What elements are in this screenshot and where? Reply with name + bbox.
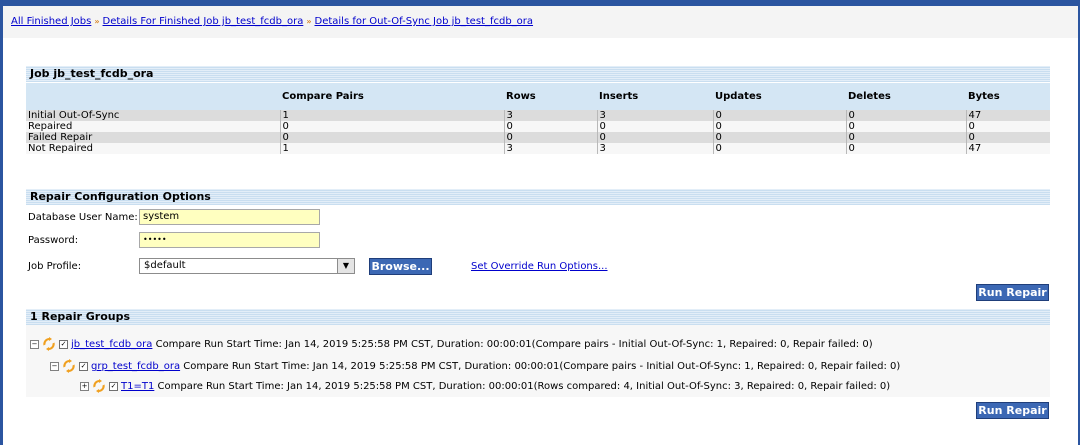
table-cell: Failed Repair bbox=[26, 132, 280, 143]
column-header-bytes: Bytes bbox=[966, 83, 1050, 110]
column-header-updates: Updates bbox=[713, 83, 846, 110]
tree-link-table[interactable]: T1=T1 bbox=[121, 381, 154, 392]
table-cell: 0 bbox=[596, 121, 713, 132]
db-user-input[interactable]: system bbox=[139, 209, 320, 225]
table-cell: 0 bbox=[712, 132, 846, 143]
tree-item-details: Compare Run Start Time: Jan 14, 2019 5:2… bbox=[152, 339, 873, 350]
checkbox-icon[interactable]: ✓ bbox=[109, 381, 118, 391]
column-header-inserts: Inserts bbox=[597, 83, 713, 110]
sync-icon bbox=[93, 379, 105, 393]
column-header-compare-pairs: Compare Pairs bbox=[280, 83, 504, 110]
tree-expander-icon[interactable]: − bbox=[30, 339, 39, 349]
password-label: Password: bbox=[28, 235, 79, 246]
job-profile-label: Job Profile: bbox=[28, 261, 82, 272]
table-row: Initial Out-Of-Sync 1 3 3 0 0 47 bbox=[26, 110, 1050, 121]
table-cell: 3 bbox=[503, 110, 597, 121]
table-cell: 0 bbox=[965, 121, 1050, 132]
table-cell: 0 bbox=[279, 121, 504, 132]
table-cell: 0 bbox=[712, 121, 846, 132]
breadcrumb-out-of-sync-job-details[interactable]: Details for Out-Of-Sync Job jb_test_fcdb… bbox=[315, 16, 534, 27]
job-profile-value: $default bbox=[144, 260, 186, 271]
table-cell: Not Repaired bbox=[26, 143, 280, 154]
breadcrumb-separator-icon: » bbox=[306, 17, 312, 26]
checkbox-icon[interactable]: ✓ bbox=[59, 339, 68, 349]
repair-config-section-header: Repair Configuration Options bbox=[26, 189, 1050, 205]
table-cell: Repaired bbox=[26, 121, 280, 132]
column-header-rows: Rows bbox=[504, 83, 597, 110]
tree-item-job: − ✓ jb_test_fcdb_ora Compare Run Start Tim… bbox=[30, 337, 873, 351]
table-cell: 0 bbox=[712, 110, 846, 121]
tree-link-group[interactable]: grp_test_fcdb_ora bbox=[91, 361, 180, 372]
breadcrumb-finished-job-details[interactable]: Details For Finished Job jb_test_fcdb_or… bbox=[103, 16, 304, 27]
table-cell: 0 bbox=[965, 132, 1050, 143]
tree-item-group: − ✓ grp_test_fcdb_ora Compare Run Start Ti… bbox=[50, 359, 900, 373]
checkbox-icon[interactable]: ✓ bbox=[79, 361, 88, 371]
run-repair-button-top[interactable]: Run Repair bbox=[976, 284, 1049, 301]
breadcrumb-all-finished-jobs[interactable]: All Finished Jobs bbox=[11, 16, 91, 27]
table-cell: Initial Out-Of-Sync bbox=[26, 110, 280, 121]
db-user-label: Database User Name: bbox=[28, 212, 138, 223]
table-cell: 1 bbox=[279, 110, 504, 121]
table-cell: 0 bbox=[845, 143, 966, 154]
table-cell: 3 bbox=[503, 143, 597, 154]
table-cell: 0 bbox=[712, 143, 846, 154]
table-cell: 0 bbox=[279, 132, 504, 143]
chevron-down-icon[interactable]: ▼ bbox=[337, 259, 354, 273]
window-left-border bbox=[0, 0, 3, 445]
job-section-title: Job jb_test_fcdb_ora bbox=[30, 67, 154, 80]
column-header-deletes: Deletes bbox=[846, 83, 966, 110]
repair-groups-section-header: 1 Repair Groups bbox=[26, 309, 1050, 325]
repair-config-title: Repair Configuration Options bbox=[30, 190, 211, 203]
tree-expander-icon[interactable]: − bbox=[50, 361, 59, 371]
tree-item-table: + ✓ T1=T1 Compare Run Start Time: Jan 14, … bbox=[80, 379, 890, 393]
column-header-label bbox=[26, 83, 280, 110]
table-cell: 0 bbox=[596, 132, 713, 143]
table-cell: 47 bbox=[965, 110, 1050, 121]
table-cell: 0 bbox=[845, 132, 966, 143]
sync-icon bbox=[63, 359, 75, 373]
table-cell: 3 bbox=[596, 143, 713, 154]
set-override-run-options-link[interactable]: Set Override Run Options... bbox=[471, 261, 608, 272]
password-input[interactable]: ••••• bbox=[139, 232, 320, 248]
run-repair-button-bottom[interactable]: Run Repair bbox=[976, 402, 1049, 419]
table-row: Failed Repair 0 0 0 0 0 0 bbox=[26, 132, 1050, 143]
browse-button[interactable]: Browse... bbox=[369, 258, 432, 275]
breadcrumb-separator-icon: » bbox=[94, 17, 100, 26]
tree-expander-icon[interactable]: + bbox=[80, 381, 89, 391]
repair-groups-title: 1 Repair Groups bbox=[30, 310, 130, 323]
tree-item-details: Compare Run Start Time: Jan 14, 2019 5:2… bbox=[154, 381, 891, 392]
sync-icon bbox=[43, 337, 55, 351]
tree-item-details: Compare Run Start Time: Jan 14, 2019 5:2… bbox=[180, 361, 901, 372]
table-cell: 47 bbox=[965, 143, 1050, 154]
tree-link-job[interactable]: jb_test_fcdb_ora bbox=[71, 339, 152, 350]
table-cell: 0 bbox=[845, 121, 966, 132]
table-cell: 0 bbox=[503, 132, 597, 143]
table-header-row: Compare Pairs Rows Inserts Updates Delet… bbox=[26, 83, 1050, 110]
job-profile-select[interactable]: $default ▼ bbox=[139, 258, 355, 274]
job-section-header: Job jb_test_fcdb_ora bbox=[26, 66, 1050, 82]
table-row: Repaired 0 0 0 0 0 0 bbox=[26, 121, 1050, 132]
table-cell: 0 bbox=[845, 110, 966, 121]
table-cell: 1 bbox=[279, 143, 504, 154]
table-row: Not Repaired 1 3 3 0 0 47 bbox=[26, 143, 1050, 154]
table-cell: 0 bbox=[503, 121, 597, 132]
job-stats-table: Compare Pairs Rows Inserts Updates Delet… bbox=[26, 83, 1050, 154]
table-cell: 3 bbox=[596, 110, 713, 121]
breadcrumb: All Finished Jobs» Details For Finished J… bbox=[3, 6, 1078, 38]
